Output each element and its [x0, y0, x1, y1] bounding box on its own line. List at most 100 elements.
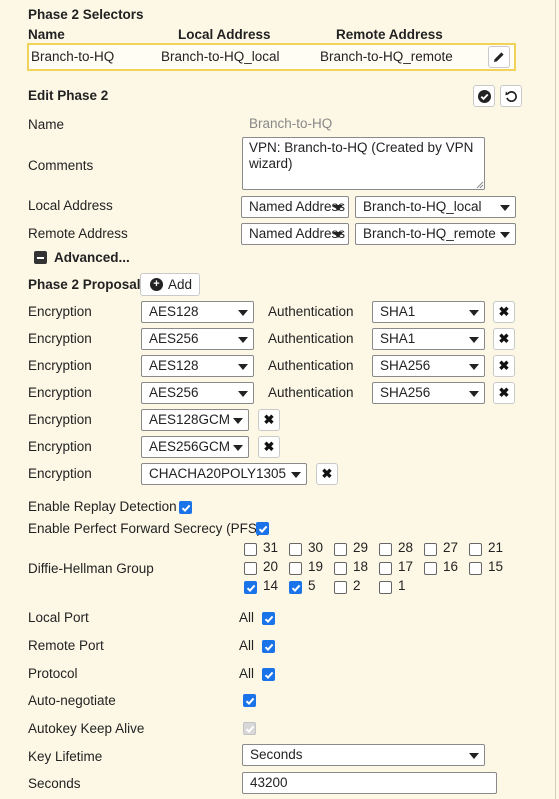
checkmark-icon	[181, 504, 190, 512]
add-proposal-button[interactable]: + Add	[140, 273, 200, 296]
autokey-keepalive-label: Autokey Keep Alive	[28, 721, 145, 736]
checkmark-icon	[246, 584, 255, 592]
key-lifetime-label: Key Lifetime	[28, 749, 103, 764]
encryption-select[interactable]: AES256GCM	[141, 436, 249, 458]
dh-group-checkbox[interactable]	[334, 543, 347, 556]
dh-group-checkbox[interactable]	[244, 581, 257, 594]
encryption-value: AES256	[149, 385, 199, 400]
col-header-local: Local Address	[178, 27, 271, 42]
selector-row-local: Branch-to-HQ_local	[161, 49, 280, 64]
encryption-select[interactable]: AES256	[141, 382, 254, 404]
advanced-toggle[interactable]: Advanced...	[54, 250, 130, 265]
dh-group-checkbox[interactable]	[244, 543, 257, 556]
local-address-select[interactable]: Branch-to-HQ_local	[355, 196, 516, 218]
dh-group-checkbox[interactable]	[469, 543, 482, 556]
encryption-select[interactable]: AES128	[141, 301, 254, 323]
remote-address-label: Remote Address	[28, 226, 128, 241]
encryption-select[interactable]: AES256	[141, 328, 254, 350]
seconds-input[interactable]: 43200	[242, 772, 497, 794]
dh-group-label-value: 31	[263, 540, 279, 555]
caret-down-icon	[500, 232, 510, 238]
encryption-label: Encryption	[28, 304, 92, 319]
auto-negotiate-checkbox[interactable]	[243, 694, 256, 707]
encryption-value: AES256GCM	[149, 439, 231, 454]
revert-button[interactable]	[500, 85, 522, 107]
encryption-value: AES256	[149, 331, 199, 346]
dh-group-label-value: 5	[308, 578, 316, 593]
pfs-checkbox[interactable]	[256, 522, 269, 535]
proposal-title: Phase 2 Proposal	[28, 277, 141, 292]
resize-grip-icon[interactable]	[476, 181, 484, 189]
remove-proposal-button[interactable]: ✖	[316, 463, 338, 485]
caret-down-icon	[333, 205, 343, 211]
dh-group-label-value: 19	[308, 559, 324, 574]
remove-proposal-button[interactable]: ✖	[493, 382, 515, 404]
caret-down-icon	[238, 310, 248, 316]
checkmark-icon	[245, 725, 254, 733]
replay-detection-checkbox[interactable]	[179, 501, 192, 514]
encryption-value: CHACHA20POLY1305	[149, 466, 287, 481]
encryption-label: Encryption	[28, 331, 92, 346]
authentication-value: SHA256	[380, 385, 431, 400]
dh-group-label-value: 27	[443, 540, 459, 555]
encryption-select[interactable]: AES128	[141, 355, 254, 377]
remote-address-select[interactable]: Branch-to-HQ_remote	[355, 223, 516, 245]
dh-group-checkbox[interactable]	[379, 562, 392, 575]
encryption-value: AES128	[149, 358, 199, 373]
remote-address-type-select[interactable]: Named Address	[241, 223, 349, 245]
remove-proposal-button[interactable]: ✖	[493, 301, 515, 323]
dh-group-label-value: 29	[353, 540, 369, 555]
dh-group-checkbox[interactable]	[424, 543, 437, 556]
name-label: Name	[28, 117, 65, 132]
dh-group-checkbox[interactable]	[244, 562, 257, 575]
caret-down-icon	[333, 232, 343, 238]
close-icon: ✖	[498, 304, 510, 319]
key-lifetime-select[interactable]: Seconds	[242, 744, 485, 766]
caret-down-icon	[238, 391, 248, 397]
dh-group-checkbox[interactable]	[379, 543, 392, 556]
dh-group-label: Diffie-Hellman Group	[28, 561, 154, 576]
authentication-select[interactable]: SHA1	[372, 301, 485, 323]
comments-textarea[interactable]: VPN: Branch-to-HQ (Created by VPN wizard…	[242, 137, 485, 190]
save-button[interactable]	[473, 85, 495, 107]
remove-proposal-button[interactable]: ✖	[258, 436, 280, 458]
local-port-all-checkbox[interactable]	[262, 612, 275, 625]
remove-proposal-button[interactable]: ✖	[493, 355, 515, 377]
authentication-select[interactable]: SHA256	[372, 355, 485, 377]
caret-down-icon	[238, 337, 248, 343]
encryption-select[interactable]: AES128GCM	[141, 409, 249, 431]
authentication-select[interactable]: SHA1	[372, 328, 485, 350]
encryption-select[interactable]: CHACHA20POLY1305	[141, 463, 307, 485]
name-value: Branch-to-HQ	[249, 116, 333, 131]
authentication-value: SHA256	[380, 358, 431, 373]
close-icon: ✖	[498, 385, 510, 400]
remove-proposal-button[interactable]: ✖	[493, 328, 515, 350]
caret-down-icon	[469, 391, 479, 397]
dh-group-checkbox[interactable]	[334, 562, 347, 575]
dh-group-checkbox[interactable]	[334, 581, 347, 594]
dh-group-checkbox[interactable]	[424, 562, 437, 575]
caret-down-icon	[291, 472, 301, 478]
seconds-label: Seconds	[28, 776, 81, 791]
dh-group-checkbox[interactable]	[289, 543, 302, 556]
close-icon: ✖	[498, 331, 510, 346]
minus-square-icon[interactable]	[34, 251, 47, 264]
local-address-type-select[interactable]: Named Address	[241, 196, 349, 218]
caret-down-icon	[469, 310, 479, 316]
authentication-select[interactable]: SHA256	[372, 382, 485, 404]
encryption-value: AES128GCM	[149, 412, 231, 427]
remove-proposal-button[interactable]: ✖	[258, 409, 280, 431]
pencil-icon	[494, 52, 504, 62]
edit-selector-button[interactable]	[488, 46, 510, 68]
caret-down-icon	[469, 753, 479, 759]
caret-down-icon	[238, 364, 248, 370]
local-port-label: Local Port	[28, 610, 89, 625]
protocol-all-checkbox[interactable]	[262, 668, 275, 681]
dh-group-checkbox[interactable]	[289, 562, 302, 575]
dh-group-checkbox[interactable]	[289, 581, 302, 594]
remote-port-all-checkbox[interactable]	[262, 640, 275, 653]
autokey-keepalive-checkbox[interactable]	[243, 722, 256, 735]
dh-group-checkbox[interactable]	[469, 562, 482, 575]
authentication-label: Authentication	[268, 331, 354, 346]
dh-group-checkbox[interactable]	[379, 581, 392, 594]
